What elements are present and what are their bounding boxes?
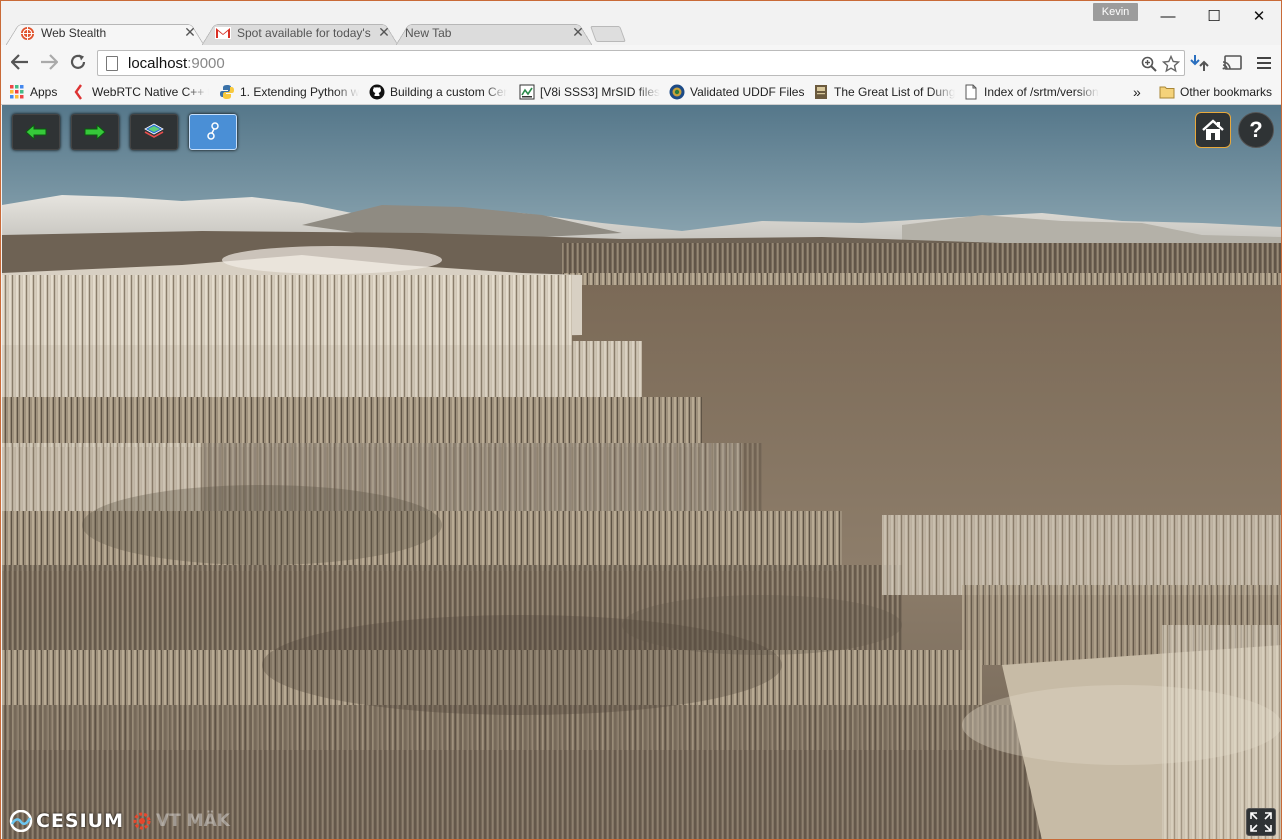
new-tab-button[interactable]	[590, 26, 626, 42]
bookmark-webrtc[interactable]: WebRTC Native C++ t	[71, 83, 209, 101]
question-mark-icon: ?	[1249, 117, 1263, 142]
maximize-button[interactable]: ☐	[1191, 1, 1237, 31]
bookmark-label: The Great List of Dung	[834, 85, 955, 99]
link-chain-icon	[207, 122, 219, 140]
bookmark-srtm-index[interactable]: Index of /srtm/version	[963, 83, 1105, 101]
page-icon	[963, 84, 979, 100]
forward-button[interactable]	[38, 51, 60, 73]
credits-bar: CESIUM VT MÄK	[8, 808, 230, 834]
cast-icon	[1222, 55, 1242, 70]
download-extension-button[interactable]	[1189, 53, 1211, 73]
doc-icon	[519, 84, 535, 100]
bookmark-label: 1. Extending Python w	[240, 85, 359, 99]
bookmark-star-icon[interactable]	[1162, 55, 1180, 73]
close-icon: ✕	[1252, 8, 1266, 25]
python-icon	[219, 84, 235, 100]
back-button[interactable]	[9, 51, 31, 73]
previous-view-button[interactable]	[12, 114, 60, 150]
green-left-arrow-icon	[25, 124, 47, 140]
vt-mak-logo[interactable]: VT MÄK	[130, 809, 230, 833]
fullscreen-expand-icon	[1250, 812, 1272, 832]
home-icon	[1202, 119, 1224, 140]
forward-arrow-icon	[41, 54, 58, 70]
cesium-logo[interactable]: CESIUM	[8, 810, 124, 832]
bookmark-label: Other bookmarks	[1180, 85, 1273, 99]
close-tab-icon[interactable]: ✕	[571, 25, 585, 39]
bookmarks-bar: Apps WebRTC Native C++ t 1. Extending Py…	[1, 79, 1281, 105]
maximize-icon: ☐	[1207, 8, 1221, 25]
bookmark-label: Validated UDDF Files	[690, 85, 805, 99]
minimize-icon: —	[1160, 7, 1176, 25]
tab-gmail[interactable]: Spot available for today's ✕	[201, 20, 399, 46]
close-tab-icon[interactable]: ✕	[183, 25, 197, 39]
download-icon	[1190, 55, 1209, 71]
more-bookmarks-button[interactable]: »	[1133, 83, 1147, 101]
bookmark-label: WebRTC Native C++ t	[92, 85, 209, 99]
tab-strip: Web Stealth ✕ Spot available for today's…	[1, 1, 1281, 46]
bookmark-other[interactable]: Other bookmarks	[1159, 83, 1277, 101]
bookmark-dungeon-list[interactable]: The Great List of Dung	[813, 83, 955, 101]
reload-icon	[70, 54, 86, 69]
back-arrow-icon	[11, 54, 28, 70]
seal-icon	[669, 84, 685, 100]
minimize-button[interactable]: —	[1145, 1, 1191, 31]
reload-button[interactable]	[67, 51, 89, 73]
tether-mode-button[interactable]	[189, 114, 237, 150]
browser-toolbar: localhost:9000	[1, 45, 1281, 79]
terrain-scene[interactable]	[2, 105, 1282, 840]
address-bar[interactable]: localhost:9000	[97, 50, 1185, 76]
bookmark-label: Apps	[30, 85, 58, 99]
bookmark-label: [V8i SSS3] MrSID files	[540, 85, 661, 99]
bookmark-label: Building a custom Cer	[390, 85, 508, 99]
profile-badge[interactable]: Kevin	[1093, 3, 1138, 21]
tab-label: Spot available for today's	[237, 26, 371, 40]
bookmark-uddf[interactable]: Validated UDDF Files	[669, 83, 807, 101]
green-right-arrow-icon	[84, 124, 106, 140]
bookmark-building-custom[interactable]: Building a custom Cer	[369, 83, 509, 101]
hamburger-menu-icon	[1257, 57, 1271, 69]
home-button[interactable]	[1195, 112, 1231, 148]
mak-gear-icon	[133, 812, 151, 830]
tab-new-tab[interactable]: New Tab ✕	[395, 20, 593, 46]
bookmark-label: Index of /srtm/version	[984, 85, 1099, 99]
webrtc-icon	[71, 84, 87, 100]
fullscreen-button[interactable]	[1246, 808, 1276, 836]
bookmark-mrsid[interactable]: [V8i SSS3] MrSID files	[519, 83, 661, 101]
next-view-button[interactable]	[71, 114, 119, 150]
base-layer-picker-button[interactable]	[130, 114, 178, 150]
map-layers-icon	[144, 123, 164, 138]
bookmark-python[interactable]: 1. Extending Python w	[219, 83, 359, 101]
menu-button[interactable]	[1253, 53, 1275, 73]
book-icon	[813, 84, 829, 100]
chevron-double-right-icon: »	[1133, 84, 1141, 100]
page-icon	[106, 55, 118, 71]
address-host: localhost	[128, 54, 188, 72]
zoom-icon[interactable]	[1140, 55, 1158, 73]
apps-grid-icon	[9, 84, 25, 100]
help-button[interactable]: ?	[1238, 112, 1274, 148]
cesium-logo-text: CESIUM	[36, 810, 125, 832]
tab-label: New Tab	[405, 26, 452, 40]
cesium-viewer[interactable]: ? CESIUM VT MÄK	[2, 105, 1282, 840]
close-window-button[interactable]: ✕	[1236, 1, 1281, 31]
address-port: :9000	[187, 54, 225, 72]
github-icon	[369, 84, 385, 100]
browser-window: Web Stealth ✕ Spot available for today's…	[0, 0, 1282, 840]
cast-button[interactable]	[1221, 53, 1243, 73]
bookmark-apps[interactable]: Apps	[9, 83, 69, 101]
tab-label: Web Stealth	[41, 26, 107, 40]
vt-mak-logo-text: VT MÄK	[156, 811, 230, 831]
cesium-swoosh-icon	[9, 810, 33, 832]
close-tab-icon[interactable]: ✕	[377, 25, 391, 39]
gmail-icon	[215, 25, 231, 41]
globe-icon	[19, 25, 35, 41]
folder-icon	[1159, 84, 1175, 100]
tab-web-stealth[interactable]: Web Stealth ✕	[5, 20, 205, 46]
